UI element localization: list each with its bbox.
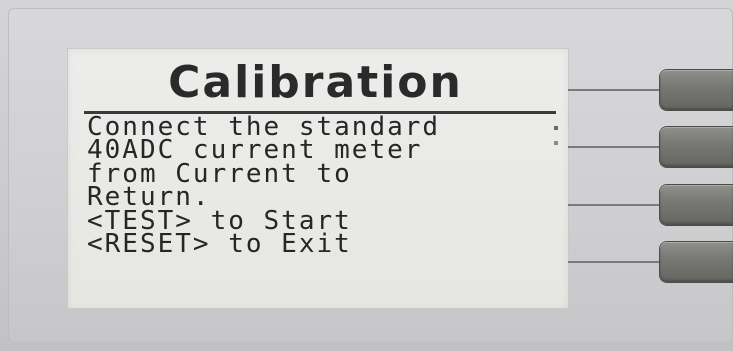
- soft-key-1-lead: [568, 89, 660, 91]
- lcd-screen: Calibration Connect the standard 40ADC c…: [68, 49, 568, 308]
- soft-key-3[interactable]: [660, 185, 733, 225]
- soft-key-4[interactable]: [660, 242, 733, 282]
- soft-key-2-lead: [568, 146, 660, 148]
- instruction-line-6: <RESET> to Exit: [87, 228, 352, 259]
- soft-key-1[interactable]: [660, 70, 733, 110]
- soft-key-4-lead: [568, 261, 660, 263]
- soft-key-3-lead: [568, 204, 660, 206]
- instruction-text: Connect the standard 40ADC current meter…: [87, 114, 557, 259]
- screen-title: Calibration: [168, 57, 463, 108]
- pixel-artifact: [554, 141, 558, 145]
- pixel-artifact: [554, 126, 558, 130]
- soft-key-2[interactable]: [660, 127, 733, 167]
